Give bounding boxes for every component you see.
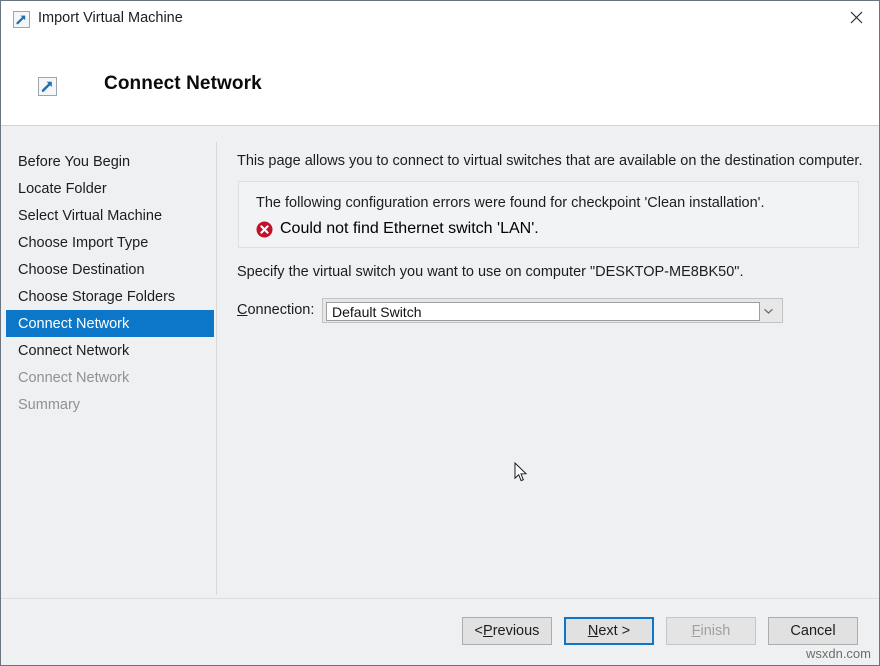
next-button[interactable]: Next >: [564, 617, 654, 645]
error-x-icon: [256, 221, 273, 238]
sidebar-item-locate-folder[interactable]: Locate Folder: [6, 175, 214, 202]
page-header: Connect Network: [1, 39, 879, 125]
sidebar-item-summary: Summary: [6, 391, 214, 418]
intro-text: This page allows you to connect to virtu…: [237, 153, 862, 169]
finish-button: Finish: [666, 617, 756, 645]
previous-button[interactable]: < Previous: [462, 617, 552, 645]
previous-button-accel: P: [483, 623, 493, 639]
connection-label-accel: C: [237, 302, 247, 318]
chevron-down-icon[interactable]: [758, 299, 778, 322]
window-title: Import Virtual Machine: [38, 10, 183, 26]
sidebar-item-choose-storage-folders[interactable]: Choose Storage Folders: [6, 283, 214, 310]
dialog-body: Before You Begin Locate Folder Select Vi…: [1, 126, 879, 598]
sidebar-item-choose-import-type[interactable]: Choose Import Type: [6, 229, 214, 256]
watermark: wsxdn.com: [806, 646, 871, 661]
close-icon[interactable]: [833, 1, 879, 33]
configuration-errors-panel: The following configuration errors were …: [238, 181, 859, 248]
connection-select[interactable]: Default Switch: [322, 298, 783, 323]
sidebar-item-connect-network-3: Connect Network: [6, 364, 214, 391]
sidebar-item-label: Before You Begin: [18, 154, 130, 170]
sidebar-item-label: Connect Network: [18, 370, 129, 386]
error-message: Could not find Ethernet switch 'LAN'.: [280, 220, 539, 238]
connection-select-value[interactable]: Default Switch: [326, 302, 760, 321]
import-virtual-machine-window: Import Virtual Machine Connect Network B…: [0, 0, 880, 666]
sidebar-item-label: Choose Storage Folders: [18, 289, 175, 305]
import-vm-arrow-icon-large: [38, 77, 57, 96]
page-title: Connect Network: [104, 73, 262, 95]
sidebar-item-label: Connect Network: [18, 343, 129, 359]
cancel-button[interactable]: Cancel: [768, 617, 858, 645]
error-panel-heading: The following configuration errors were …: [256, 195, 764, 211]
next-button-accel: N: [588, 623, 598, 639]
sidebar-item-connect-network-current[interactable]: Connect Network: [6, 310, 214, 337]
sidebar-item-label: Connect Network: [18, 316, 129, 332]
sidebar-item-label: Summary: [18, 397, 80, 413]
previous-button-rest: revious: [493, 623, 540, 639]
connection-label: Connection:: [237, 302, 314, 318]
next-button-rest: ext >: [598, 623, 630, 639]
sidebar-item-choose-destination[interactable]: Choose Destination: [6, 256, 214, 283]
sidebar-item-label: Select Virtual Machine: [18, 208, 162, 224]
error-row: Could not find Ethernet switch 'LAN'.: [256, 220, 539, 238]
sidebar-item-select-virtual-machine[interactable]: Select Virtual Machine: [6, 202, 214, 229]
connection-row: Connection: Default Switch: [237, 298, 862, 323]
finish-button-accel: F: [692, 623, 701, 639]
sidebar-item-before-you-begin[interactable]: Before You Begin: [6, 148, 214, 175]
sidebar-item-label: Choose Import Type: [18, 235, 148, 251]
title-bar: Import Virtual Machine: [1, 1, 879, 39]
sidebar-item-connect-network-2[interactable]: Connect Network: [6, 337, 214, 364]
previous-button-prefix: <: [475, 623, 483, 639]
cancel-button-label: Cancel: [790, 623, 835, 639]
dialog-button-bar: < Previous Next > Finish Cancel: [1, 599, 879, 665]
wizard-steps-sidebar: Before You Begin Locate Folder Select Vi…: [1, 126, 216, 598]
connection-label-rest: onnection:: [247, 302, 314, 318]
sidebar-item-label: Choose Destination: [18, 262, 145, 278]
page-content: This page allows you to connect to virtu…: [217, 126, 879, 598]
finish-button-rest: inish: [701, 623, 731, 639]
import-vm-arrow-icon: [13, 11, 30, 28]
sidebar-item-label: Locate Folder: [18, 181, 107, 197]
specify-switch-text: Specify the virtual switch you want to u…: [237, 264, 743, 280]
